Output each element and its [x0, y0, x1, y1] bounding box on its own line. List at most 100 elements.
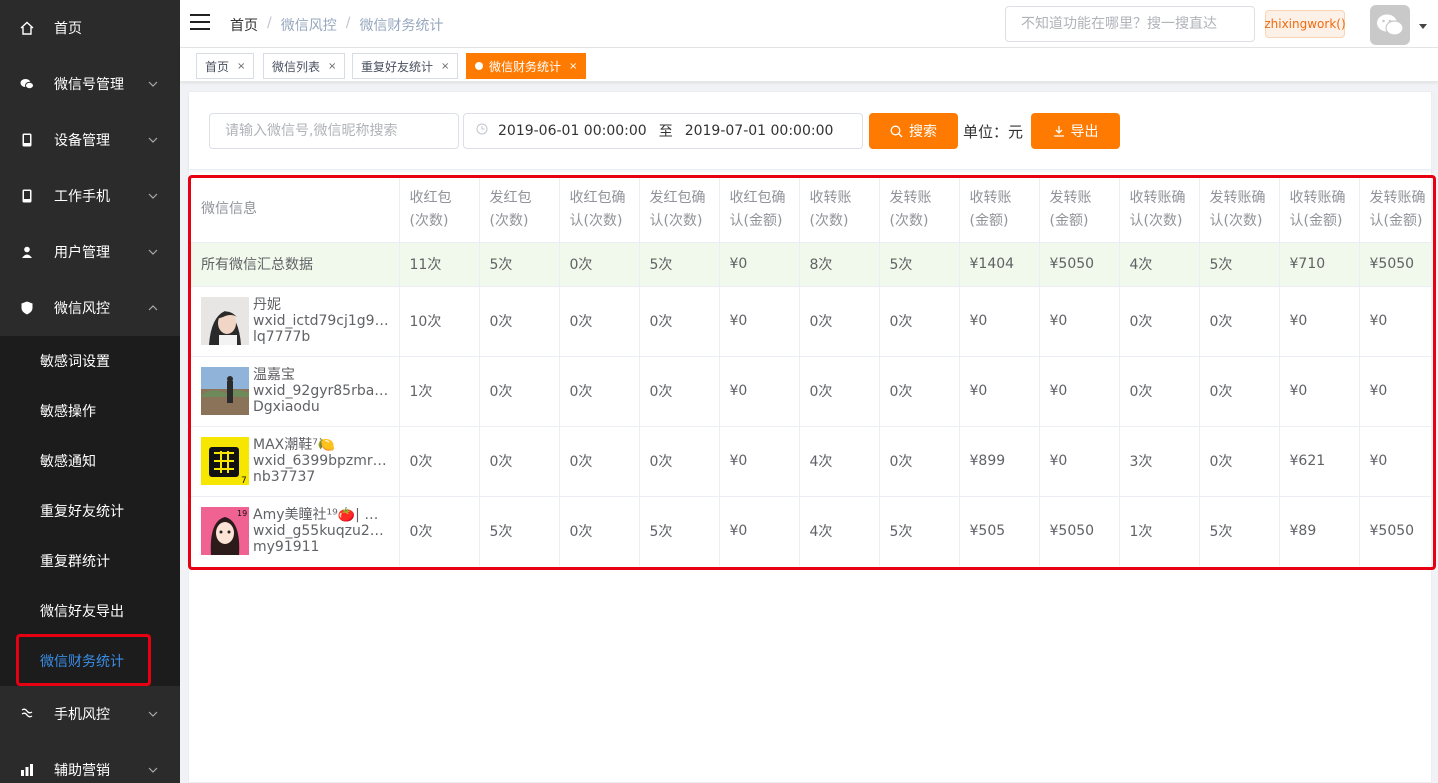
submenu-duplicate-groups[interactable]: 重复群统计: [0, 536, 180, 586]
sidebar-item-wechat-accounts[interactable]: 微信号管理: [0, 56, 180, 112]
home-icon: [20, 21, 34, 35]
sidebar-item-label: 辅助营销: [54, 763, 110, 779]
table-cell: 0次: [1119, 286, 1200, 357]
table-cell: ¥0: [959, 286, 1040, 357]
tag-duplicate-friends[interactable]: 重复好友统计 ×: [352, 53, 459, 79]
phone-risk-icon: [20, 707, 34, 721]
table-row: 19 Amy美瞳社¹⁹🍅| 可… wxid_g55kuqzu2m… my9191…: [191, 496, 1431, 566]
breadcrumb-home[interactable]: 首页: [230, 15, 258, 35]
tag-wechat-list[interactable]: 微信列表 ×: [263, 53, 346, 79]
submenu-sensitive-ops[interactable]: 敏感操作: [0, 386, 180, 436]
wechat-info-cell: 7 MAX潮鞋⁷🍋 wxid_6399bpzmrv… nb37737: [191, 426, 400, 497]
wxid-continued: Dgxiaodu: [253, 399, 320, 415]
sidebar-item-label: 工作手机: [54, 189, 110, 205]
breadcrumb-separator: /: [267, 15, 272, 31]
shield-icon: [20, 301, 34, 315]
tag-home[interactable]: 首页 ×: [196, 53, 255, 79]
wechat-icon: [20, 77, 34, 91]
sidebar-item-users[interactable]: 用户管理: [0, 224, 180, 280]
column-header: 收红包确 认(金额): [719, 178, 800, 243]
table-cell: ¥0: [1039, 426, 1120, 497]
wechat-info-cell: 温嘉宝 wxid_92gyr85rbax… Dgxiaodu: [191, 356, 400, 427]
table-cell: 0次: [559, 496, 640, 566]
column-header: 收转账 (次数): [799, 178, 880, 243]
table-cell: 5次: [1199, 496, 1280, 566]
sidebar-item-wechat-risk[interactable]: 微信风控: [0, 280, 180, 336]
chevron-down-icon: [148, 709, 158, 719]
submenu-finance-stats[interactable]: 微信财务统计: [0, 636, 180, 686]
date-range-picker[interactable]: 2019-06-01 00:00:00 至 2019-07-01 00:00:0…: [463, 113, 863, 149]
table-cell: ¥0: [1359, 286, 1431, 357]
sidebar-item-label: 首页: [54, 21, 82, 37]
table-row: 温嘉宝 wxid_92gyr85rbax… Dgxiaodu 1次 0次 0次 …: [191, 356, 1431, 427]
table-cell: 5次: [479, 496, 560, 566]
username-badge: zhixingwork(): [1264, 10, 1346, 38]
table-cell: 5次: [639, 496, 720, 566]
close-icon[interactable]: ×: [328, 61, 336, 72]
submenu-sensitive-notify[interactable]: 敏感通知: [0, 436, 180, 486]
wxid-continued: lq7777b: [253, 329, 311, 345]
user-icon: [20, 245, 34, 259]
wxid: wxid_92gyr85rbax…: [253, 383, 389, 399]
table-row: 丹妮 wxid_ictd79cj1g9h22 lq7777b 10次 0次 0次…: [191, 286, 1431, 357]
table-cell: 0次: [1199, 356, 1280, 427]
filter-bar: 2019-06-01 00:00:00 至 2019-07-01 00:00:0…: [189, 92, 1433, 170]
search-button[interactable]: 搜索: [869, 113, 958, 149]
unit-label: 单位：元: [963, 123, 1024, 141]
chevron-up-icon: [148, 303, 158, 313]
table-cell: ¥5050: [1359, 496, 1431, 566]
submenu-sensitive-words[interactable]: 敏感词设置: [0, 336, 180, 386]
table-cell: 5次: [1199, 242, 1280, 287]
table-cell: ¥5050: [1359, 242, 1431, 287]
tag-label: 微信列表: [272, 59, 321, 74]
nickname: 温嘉宝: [253, 367, 295, 383]
breadcrumb-separator: /: [345, 15, 351, 31]
finance-table: 微信信息 收红包 (次数) 发红包 (次数) 收红包确 认(次数) 发红包确 认(次数)…: [191, 178, 1431, 566]
close-icon[interactable]: ×: [237, 61, 245, 72]
sidebar-item-phone-risk[interactable]: 手机风控: [0, 686, 180, 742]
table-cell: ¥621: [1279, 426, 1360, 497]
keyword-search-input[interactable]: [209, 113, 459, 149]
summary-label: 所有微信汇总数据: [191, 242, 400, 287]
feature-search-input[interactable]: [1005, 6, 1255, 42]
submenu-friend-export[interactable]: 微信好友导出: [0, 586, 180, 636]
sidebar-item-home[interactable]: 首页: [0, 0, 180, 56]
close-icon[interactable]: ×: [441, 61, 449, 72]
column-header: 收转账确 认(次数): [1119, 178, 1200, 243]
table-cell: 0次: [879, 356, 960, 427]
tag-finance-stats[interactable]: 微信财务统计 ×: [466, 53, 587, 79]
column-header: 发转账 (次数): [879, 178, 960, 243]
sidebar-item-work-phone[interactable]: 工作手机: [0, 168, 180, 224]
table-cell: ¥899: [959, 426, 1040, 497]
chevron-down-icon: [148, 765, 158, 775]
table-header-row: 微信信息 收红包 (次数) 发红包 (次数) 收红包确 认(次数) 发红包确 认(次数)…: [191, 178, 1431, 243]
phone-icon: [20, 189, 34, 203]
wxid: wxid_ictd79cj1g9h22: [253, 313, 389, 329]
clock-icon: [476, 123, 488, 139]
caret-down-icon[interactable]: [1419, 24, 1427, 29]
sidebar-item-devices[interactable]: 设备管理: [0, 112, 180, 168]
search-icon: [890, 125, 903, 138]
table-cell: 5次: [639, 242, 720, 287]
column-header: 收转账 (金额): [959, 178, 1040, 243]
menu-toggle-icon[interactable]: [190, 14, 210, 32]
column-header: 发转账 (金额): [1039, 178, 1120, 243]
table-cell: 5次: [879, 242, 960, 287]
close-icon[interactable]: ×: [569, 61, 577, 72]
table-cell: ¥0: [719, 426, 800, 497]
tag-label: 微信财务统计: [489, 59, 562, 74]
table-cell: ¥0: [1039, 286, 1120, 357]
submenu-duplicate-friends[interactable]: 重复好友统计: [0, 486, 180, 536]
table-cell: ¥0: [1359, 356, 1431, 427]
table-cell: 5次: [479, 242, 560, 287]
table-cell: 0次: [479, 286, 560, 357]
table-cell: 3次: [1119, 426, 1200, 497]
wechat-info-cell: 丹妮 wxid_ictd79cj1g9h22 lq7777b: [191, 286, 400, 357]
sidebar-item-marketing[interactable]: 辅助营销: [0, 742, 180, 783]
sidebar-item-label: 用户管理: [54, 245, 110, 261]
avatar[interactable]: [1370, 5, 1410, 45]
export-button[interactable]: 导出: [1031, 113, 1120, 149]
wechat-info-cell: 19 Amy美瞳社¹⁹🍅| 可… wxid_g55kuqzu2m… my9191…: [191, 496, 400, 566]
active-dot-icon: [475, 62, 483, 70]
table-cell: 0次: [879, 426, 960, 497]
